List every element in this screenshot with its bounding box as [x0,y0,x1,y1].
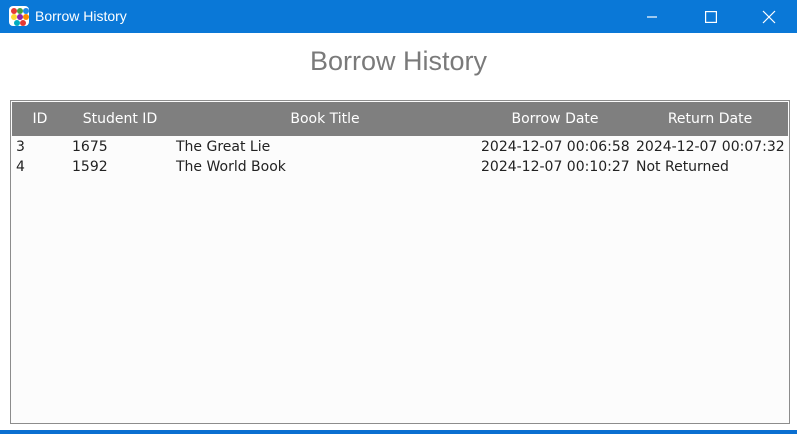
cell-student-id: 1675 [72,139,108,155]
cell-student-id: 1592 [72,159,108,175]
close-icon [762,10,776,23]
borrow-history-window: Borrow History Borrow History ID Student… [0,0,797,434]
page-title: Borrow History [309,46,488,76]
column-header-book-title[interactable]: Book Title [172,111,478,128]
title-bar[interactable]: Borrow History [0,0,797,33]
column-header-return-date[interactable]: Return Date [632,111,788,128]
borrow-history-table[interactable]: ID Student ID Book Title Borrow Date Ret… [10,100,790,424]
cell-borrow-date: 2024-12-07 00:06:58 [481,139,630,155]
cell-id: 4 [16,159,25,175]
cell-return-date: 2024-12-07 00:07:32 [636,139,785,155]
cell-book-title: The World Book [176,159,286,175]
table-row[interactable]: 3 1675 The Great Lie 2024-12-07 00:06:58… [12,137,788,157]
cell-borrow-date: 2024-12-07 00:10:27 [481,159,630,175]
cell-book-title: The Great Lie [176,139,271,155]
column-header-borrow-date[interactable]: Borrow Date [478,111,632,128]
column-header-student-id[interactable]: Student ID [68,111,172,128]
table-header: ID Student ID Book Title Borrow Date Ret… [12,102,788,136]
cell-return-date: Not Returned [636,159,729,175]
minimize-icon [647,15,657,18]
table-row[interactable]: 4 1592 The World Book 2024-12-07 00:10:2… [12,157,788,177]
cell-id: 3 [16,139,25,155]
window-title: Borrow History [35,8,127,24]
minimize-button[interactable] [623,0,681,33]
column-header-id[interactable]: ID [12,111,68,128]
close-button[interactable] [740,0,797,33]
maximize-button[interactable] [682,0,740,33]
app-icon [9,6,29,26]
window-bottom-border [0,430,797,434]
maximize-icon [705,10,717,23]
